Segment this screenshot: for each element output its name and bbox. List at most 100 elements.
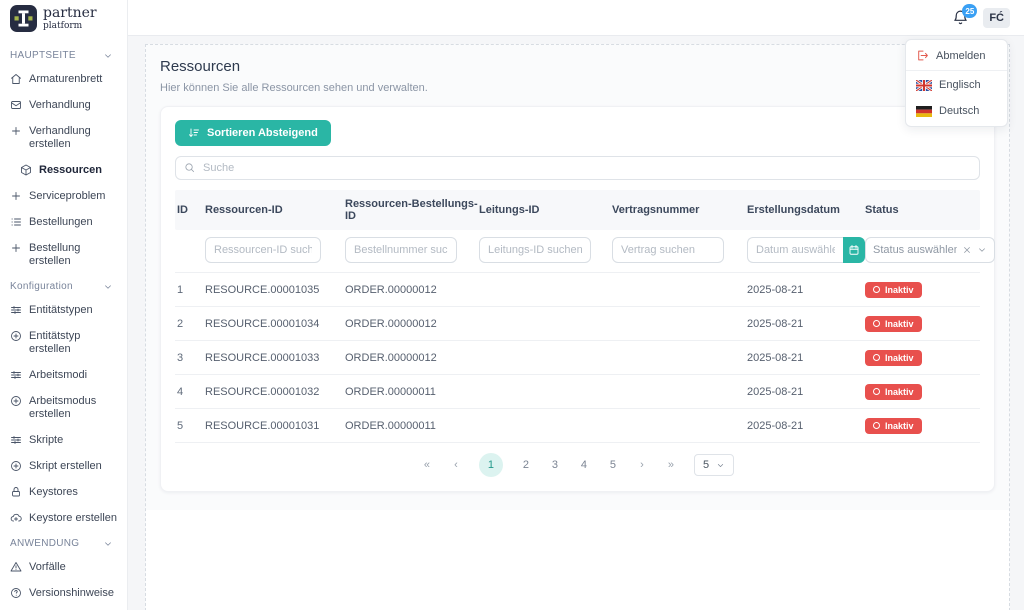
plus-circle-icon [10,460,22,472]
table-row[interactable]: 1 RESOURCE.00001035 ORDER.00000012 2025-… [175,273,980,307]
sidebar-item-entitaetstyp-erstellen[interactable]: Entitätstyp erstellen [10,330,127,356]
sidebar-item-bestellungen[interactable]: Bestellungen [10,216,127,229]
sidebar-item-arbeitsmodus-erstellen[interactable]: Arbeitsmodus erstellen [10,395,127,421]
cell-created: 2025-08-21 [747,419,804,432]
sidebar-section-hauptseite[interactable]: HAUPTSEITE [10,50,127,61]
sidebar-item-ressourcen[interactable]: Ressourcen [10,164,127,177]
sidebar-item-vorfaelle[interactable]: Vorfälle [10,561,127,574]
table-filter-row: Status auswählen [175,230,995,273]
sidebar-section-konfiguration[interactable]: Konfiguration [10,281,127,292]
resources-table-card: Sortieren Absteigend ID Ressourcen-ID Re… [160,106,995,492]
plus-icon [10,125,22,137]
column-header-line-id: Leitungs-ID [479,204,540,216]
status-filter-select[interactable]: Status auswählen [865,237,995,263]
pagination-page-2[interactable]: 2 [520,459,532,471]
table-row[interactable]: 4 RESOURCE.00001032 ORDER.00000011 2025-… [175,375,980,409]
cell-resource-id: RESOURCE.00001033 [205,351,320,364]
empty-content-area [146,510,1009,610]
sidebar-item-label: Serviceproblem [29,190,106,202]
sidebar-item-keystore-erstellen[interactable]: Keystore erstellen [10,512,127,525]
pagination-page-5[interactable]: 5 [607,459,619,471]
language-english-menu-item[interactable]: Englisch [906,72,1007,98]
sidebar-item-verhandlung-erstellen[interactable]: Verhandlung erstellen [10,125,127,151]
resource-id-filter-input[interactable] [205,237,321,263]
pagination-first-button[interactable]: « [421,459,433,471]
germany-flag-icon [916,105,932,117]
main-content: Ressourcen Hier können Sie alle Ressourc… [128,36,1024,610]
sidebar-item-label: Bestellung erstellen [29,242,81,267]
contract-filter-input[interactable] [612,237,724,263]
logout-icon [916,49,929,62]
clear-icon[interactable] [962,245,972,255]
sidebar-item-label: Entitätstyp erstellen [29,330,81,355]
sort-descending-button[interactable]: Sortieren Absteigend [175,120,331,146]
status-badge: Inaktiv [865,383,922,400]
sidebar-section-anwendung[interactable]: ANWENDUNG [10,538,127,549]
sidebar-item-bestellung-erstellen[interactable]: Bestellung erstellen [10,242,127,268]
language-german-menu-item[interactable]: Deutsch [906,98,1007,124]
table-row[interactable]: 3 RESOURCE.00001033 ORDER.00000012 2025-… [175,341,980,375]
sidebar-item-verhandlung[interactable]: Verhandlung [10,99,127,112]
section-label: Konfiguration [10,281,73,292]
page-size-select[interactable]: 5 [693,454,735,476]
table-row[interactable]: 5 RESOURCE.00001031 ORDER.00000011 2025-… [175,409,980,443]
status-badge-label: Inaktiv [885,386,914,397]
section-label: ANWENDUNG [10,538,80,549]
cell-order-id: ORDER.00000012 [345,283,437,296]
sidebar-item-label: Ressourcen [39,164,102,176]
calendar-icon [848,244,860,256]
home-icon [10,73,22,85]
pagination-page-3[interactable]: 3 [549,459,561,471]
sidebar-item-label: Skript erstellen [29,460,102,472]
sidebar-item-entitaetstypen[interactable]: Entitätstypen [10,304,127,317]
sidebar-item-serviceproblem[interactable]: Serviceproblem [10,190,127,203]
cell-order-id: ORDER.00000011 [345,419,436,432]
sidebar-item-skript-erstellen[interactable]: Skript erstellen [10,460,127,473]
sidebar-item-armaturenbrett[interactable]: Armaturenbrett [10,73,127,86]
pagination-page-1[interactable]: 1 [478,453,503,477]
cell-created: 2025-08-21 [747,317,804,330]
sliders-icon [10,434,22,446]
sliders-icon [10,304,22,316]
user-avatar[interactable]: FĆ [983,7,1010,28]
brand-line1: partner [43,5,97,21]
status-badge: Inaktiv [865,315,922,332]
cell-id: 3 [177,351,184,364]
pagination-page-4[interactable]: 4 [578,459,590,471]
inactive-ring-icon [873,388,880,395]
cell-created: 2025-08-21 [747,385,804,398]
pagination-next-button[interactable]: › [636,459,648,471]
cell-order-id: ORDER.00000012 [345,317,437,330]
logout-label: Abmelden [936,49,986,62]
table-row[interactable]: 2 RESOURCE.00001034 ORDER.00000012 2025-… [175,307,980,341]
sort-button-label: Sortieren Absteigend [207,127,318,139]
logout-menu-item[interactable]: Abmelden [906,42,1007,69]
search-input[interactable] [175,156,980,180]
sidebar-item-arbeitsmodi[interactable]: Arbeitsmodi [10,369,127,382]
sidebar-item-versionshinweise[interactable]: Versionshinweise [10,587,127,600]
pagination-prev-button[interactable]: ‹ [450,459,462,471]
sidebar-item-label: Arbeitsmodi [29,369,88,381]
notifications-button[interactable]: 25 [952,4,978,26]
brand-logo[interactable]: partner platform [10,5,127,32]
line-id-filter-input[interactable] [479,237,591,263]
sidebar-item-label: Skripte [29,434,64,446]
page-subtitle: Hier können Sie alle Ressourcen sehen un… [160,82,428,94]
sidebar-item-label: Arbeitsmodus erstellen [29,395,97,420]
sidebar: partner platform HAUPTSEITE Armaturenbre… [0,0,128,610]
order-number-filter-input[interactable] [345,237,457,263]
sort-descending-icon [188,127,200,139]
section-label: HAUPTSEITE [10,50,76,61]
date-filter-input[interactable] [747,237,843,263]
calendar-button[interactable] [843,237,865,263]
sidebar-item-keystores[interactable]: Keystores [10,486,127,499]
sidebar-item-label: Vorfälle [29,561,66,573]
pagination-last-button[interactable]: » [665,459,677,471]
status-select-label: Status auswählen [873,244,957,256]
cell-id: 5 [177,419,184,432]
page-size-value: 5 [702,459,710,471]
cell-created: 2025-08-21 [747,351,804,364]
sidebar-item-skripte[interactable]: Skripte [10,434,127,447]
inactive-ring-icon [873,422,880,429]
cell-created: 2025-08-21 [747,283,804,296]
